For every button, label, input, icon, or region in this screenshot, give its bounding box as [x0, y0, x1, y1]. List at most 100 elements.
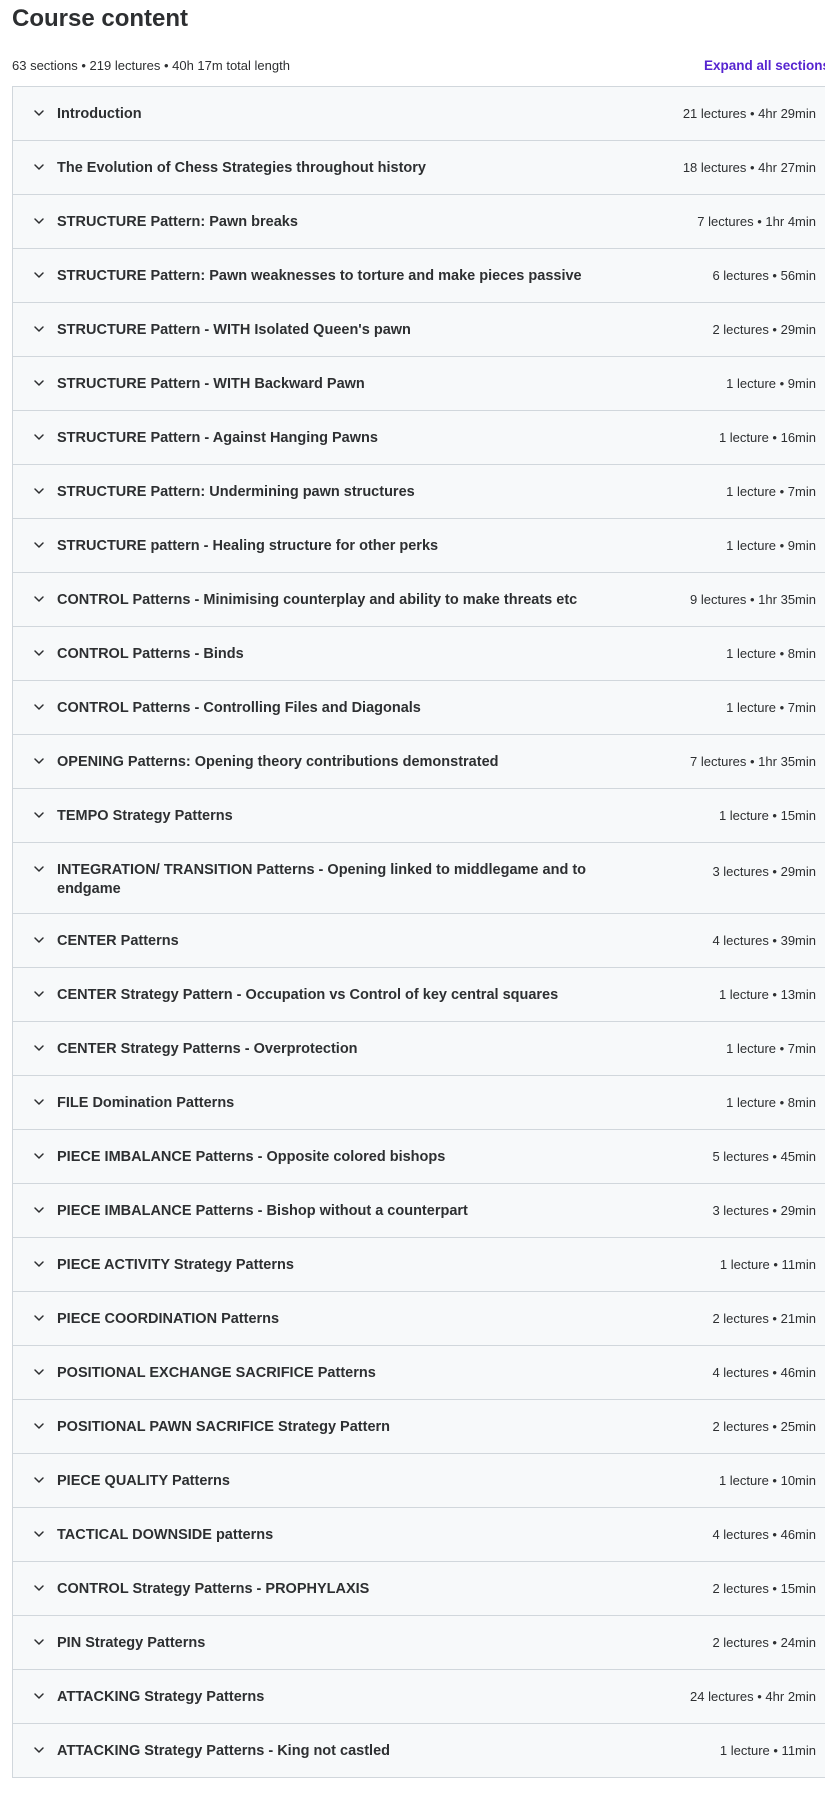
chevron-down-icon: [34, 650, 44, 656]
section-meta: 1 lecture • 9min: [726, 376, 816, 391]
section-meta: 2 lectures • 15min: [712, 1581, 816, 1596]
section-meta: 2 lectures • 29min: [712, 322, 816, 337]
chevron-down-icon: [34, 488, 44, 494]
section-meta: 2 lectures • 24min: [712, 1635, 816, 1650]
section-title: STRUCTURE Pattern: Pawn breaks: [57, 214, 298, 230]
section-meta: 3 lectures • 29min: [712, 1203, 816, 1218]
section-meta: 2 lectures • 21min: [712, 1311, 816, 1326]
section-row[interactable]: STRUCTURE Pattern - Against Hanging Pawn…: [13, 411, 825, 465]
chevron-down-icon: [34, 1315, 44, 1321]
chevron-down-icon: [34, 434, 44, 440]
section-meta: 18 lectures • 4hr 27min: [682, 160, 816, 175]
chevron-down-icon: [34, 866, 44, 872]
chevron-down-icon: [34, 1369, 44, 1375]
chevron-down-icon: [34, 1045, 44, 1051]
chevron-down-icon: [34, 704, 44, 710]
chevron-down-icon: [34, 1531, 44, 1537]
section-meta: 24 lectures • 4hr 2min: [690, 1689, 816, 1704]
chevron-down-icon: [34, 1099, 44, 1105]
section-meta: 21 lectures • 4hr 29min: [682, 106, 816, 121]
section-title: POSITIONAL EXCHANGE SACRIFICE Patterns: [57, 1365, 376, 1381]
section-title: STRUCTURE Pattern - WITH Isolated Queen'…: [57, 322, 411, 338]
section-meta: 3 lectures • 29min: [712, 864, 816, 879]
section-row[interactable]: CENTER Strategy Pattern - Occupation vs …: [13, 968, 825, 1022]
section-title: TEMPO Strategy Patterns: [57, 808, 233, 824]
section-row[interactable]: STRUCTURE pattern - Healing structure fo…: [13, 519, 825, 573]
chevron-down-icon: [34, 164, 44, 170]
chevron-down-icon: [34, 542, 44, 548]
section-row[interactable]: POSITIONAL EXCHANGE SACRIFICE Patterns 4…: [13, 1346, 825, 1400]
chevron-down-icon: [34, 758, 44, 764]
section-title: PIECE ACTIVITY Strategy Patterns: [57, 1257, 294, 1273]
section-meta: 7 lectures • 1hr 4min: [697, 214, 816, 229]
section-row[interactable]: CONTROL Patterns - Minimising counterpla…: [13, 573, 825, 627]
section-title: FILE Domination Patterns: [57, 1095, 235, 1111]
section-title: STRUCTURE Pattern - WITH Backward Pawn: [57, 376, 365, 392]
chevron-down-icon: [34, 1747, 44, 1753]
section-row[interactable]: The Evolution of Chess Strategies throug…: [13, 141, 825, 195]
section-title: CENTER Strategy Pattern - Occupation vs …: [57, 987, 559, 1003]
section-row[interactable]: PIECE ACTIVITY Strategy Patterns 1 lectu…: [13, 1238, 825, 1292]
section-title: CENTER Patterns: [57, 933, 179, 949]
section-row[interactable]: PIECE IMBALANCE Patterns - Opposite colo…: [13, 1130, 825, 1184]
section-title: PIECE QUALITY Patterns: [57, 1473, 230, 1489]
section-row[interactable]: PIECE QUALITY Patterns 1 lecture • 10min: [13, 1454, 825, 1508]
section-title: Introduction: [57, 106, 142, 122]
expand-all-sections-button[interactable]: Expand all sections: [704, 58, 825, 73]
section-row[interactable]: STRUCTURE Pattern: Pawn weaknesses to to…: [13, 249, 825, 303]
chevron-down-icon: [34, 937, 44, 943]
section-row[interactable]: CENTER Strategy Patterns - Overprotectio…: [13, 1022, 825, 1076]
section-meta: 1 lecture • 8min: [726, 646, 816, 661]
section-row[interactable]: PIECE COORDINATION Patterns 2 lectures •…: [13, 1292, 825, 1346]
section-row[interactable]: CONTROL Patterns - Controlling Files and…: [13, 681, 825, 735]
section-meta: 1 lecture • 13min: [718, 987, 816, 1002]
section-row[interactable]: STRUCTURE Pattern - WITH Backward Pawn 1…: [13, 357, 825, 411]
section-title: POSITIONAL PAWN SACRIFICE Strategy Patte…: [57, 1419, 391, 1435]
section-title: INTEGRATION/ TRANSITION Patterns - Openi…: [57, 862, 587, 897]
chevron-down-icon: [34, 110, 44, 116]
section-title: STRUCTURE Pattern: Pawn weaknesses to to…: [57, 268, 582, 284]
section-title: The Evolution of Chess Strategies throug…: [57, 160, 426, 176]
section-meta: 4 lectures • 39min: [712, 933, 816, 948]
chevron-down-icon: [34, 380, 44, 386]
section-row[interactable]: Introduction 21 lectures • 4hr 29min: [13, 87, 825, 141]
section-title: TACTICAL DOWNSIDE patterns: [57, 1527, 274, 1543]
section-title: STRUCTURE Pattern - Against Hanging Pawn…: [57, 430, 378, 446]
section-meta: 1 lecture • 7min: [726, 1041, 816, 1056]
section-title: STRUCTURE pattern - Healing structure fo…: [57, 538, 439, 554]
section-list: Introduction 21 lectures • 4hr 29min The…: [12, 86, 825, 1778]
section-row[interactable]: POSITIONAL PAWN SACRIFICE Strategy Patte…: [13, 1400, 825, 1454]
section-row[interactable]: TEMPO Strategy Patterns 1 lecture • 15mi…: [13, 789, 825, 843]
section-meta: 7 lectures • 1hr 35min: [690, 754, 816, 769]
section-title: ATTACKING Strategy Patterns: [57, 1689, 265, 1705]
section-row[interactable]: OPENING Patterns: Opening theory contrib…: [13, 735, 825, 789]
chevron-down-icon: [34, 991, 44, 997]
section-meta: 4 lectures • 46min: [712, 1527, 816, 1542]
section-row[interactable]: ATTACKING Strategy Patterns - King not c…: [13, 1724, 825, 1778]
chevron-down-icon: [34, 1585, 44, 1591]
section-meta: 1 lecture • 16min: [718, 430, 816, 445]
section-meta: 1 lecture • 10min: [718, 1473, 816, 1488]
section-meta: 1 lecture • 15min: [718, 808, 816, 823]
section-row[interactable]: ATTACKING Strategy Patterns 24 lectures …: [13, 1670, 825, 1724]
section-meta: 4 lectures • 46min: [712, 1365, 816, 1380]
chevron-down-icon: [34, 1639, 44, 1645]
section-title: CONTROL Strategy Patterns - PROPHYLAXIS: [57, 1581, 370, 1597]
section-row[interactable]: STRUCTURE Pattern: Undermining pawn stru…: [13, 465, 825, 519]
section-row[interactable]: TACTICAL DOWNSIDE patterns 4 lectures • …: [13, 1508, 825, 1562]
section-row[interactable]: PIN Strategy Patterns 2 lectures • 24min: [13, 1616, 825, 1670]
section-row[interactable]: PIECE IMBALANCE Patterns - Bishop withou…: [13, 1184, 825, 1238]
section-row[interactable]: STRUCTURE Pattern - WITH Isolated Queen'…: [13, 303, 825, 357]
section-row[interactable]: CENTER Patterns 4 lectures • 39min: [13, 914, 825, 968]
section-row[interactable]: FILE Domination Patterns 1 lecture • 8mi…: [13, 1076, 825, 1130]
section-meta: 2 lectures • 25min: [712, 1419, 816, 1434]
section-row[interactable]: STRUCTURE Pattern: Pawn breaks 7 lecture…: [13, 195, 825, 249]
section-meta: 1 lecture • 11min: [719, 1743, 816, 1758]
chevron-down-icon: [34, 1207, 44, 1213]
section-row[interactable]: INTEGRATION/ TRANSITION Patterns - Openi…: [13, 843, 825, 914]
section-meta: 6 lectures • 56min: [712, 268, 816, 283]
section-row[interactable]: CONTROL Patterns - Binds 1 lecture • 8mi…: [13, 627, 825, 681]
section-title: CENTER Strategy Patterns - Overprotectio…: [57, 1041, 358, 1057]
section-meta: 1 lecture • 7min: [726, 484, 816, 499]
section-row[interactable]: CONTROL Strategy Patterns - PROPHYLAXIS …: [13, 1562, 825, 1616]
